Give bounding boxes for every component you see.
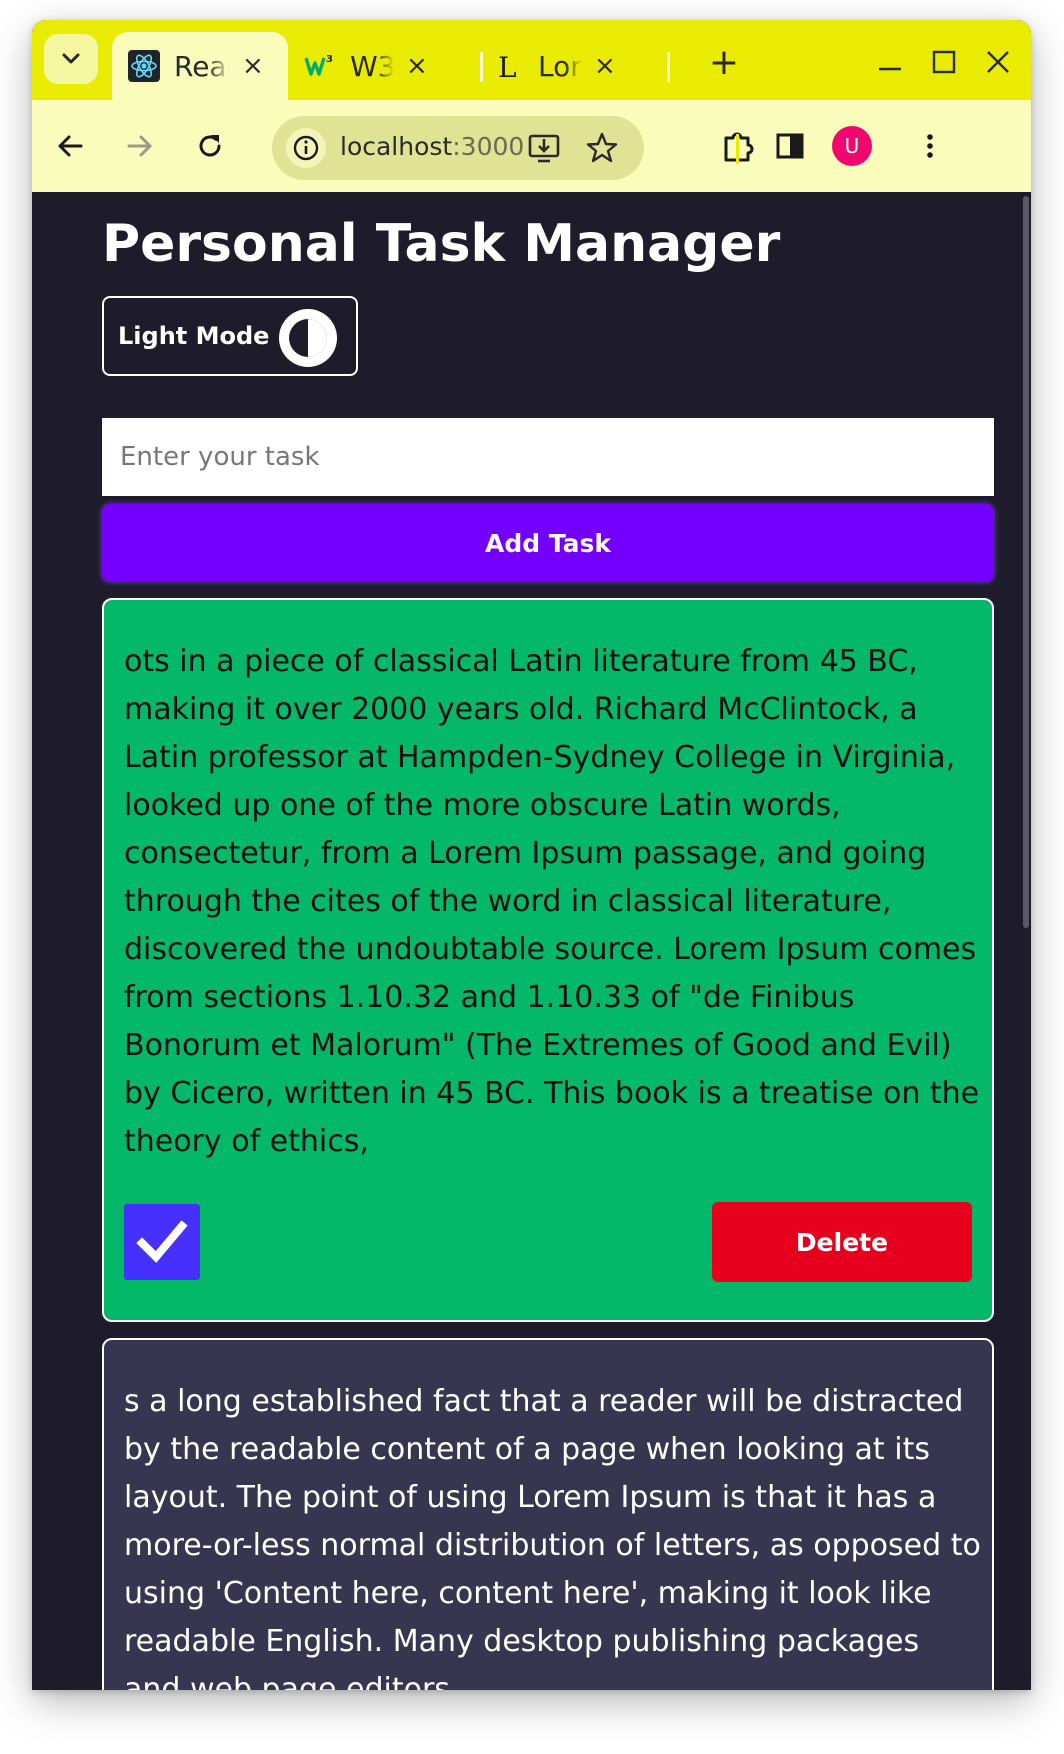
tab-search-button[interactable]	[44, 34, 98, 84]
side-panel-icon	[776, 133, 804, 159]
delete-task-button[interactable]: Delete	[712, 1202, 972, 1282]
page-title: Personal Task Manager	[102, 214, 781, 274]
add-task-button[interactable]: Add Task	[102, 504, 994, 582]
close-icon	[987, 51, 1009, 73]
reload-button[interactable]	[188, 124, 232, 168]
new-tab-button[interactable]: +	[702, 40, 746, 84]
w3schools-icon: 3	[304, 50, 336, 82]
tab-title: Lorem Ipsum	[538, 49, 582, 83]
forward-button[interactable]	[118, 124, 162, 168]
close-icon[interactable]: ×	[242, 51, 264, 81]
checkmark-icon	[136, 1220, 188, 1263]
tab-separator	[667, 52, 670, 82]
url-text: localhost:3000	[340, 132, 524, 161]
tab-title: W3Schools	[350, 49, 394, 83]
url-host: localhost	[340, 132, 453, 161]
task-card-pending: s a long established fact that a reader …	[102, 1338, 994, 1690]
side-panel-button[interactable]	[768, 124, 812, 168]
reload-icon	[199, 135, 221, 157]
svg-text:3: 3	[326, 54, 333, 65]
toolbar-divider	[736, 134, 739, 164]
svg-text:L: L	[498, 51, 517, 82]
plus-icon: +	[708, 41, 740, 83]
close-icon[interactable]: ×	[406, 51, 428, 81]
task-complete-checkbox[interactable]	[124, 1204, 200, 1280]
bookmark-button[interactable]	[584, 130, 620, 166]
page-scrollbar[interactable]	[1023, 196, 1029, 928]
more-vertical-icon	[927, 134, 933, 158]
close-icon[interactable]: ×	[594, 51, 616, 81]
contrast-icon	[279, 309, 337, 367]
url-port: :3000	[452, 132, 525, 161]
maximize-button[interactable]	[922, 40, 966, 84]
minimize-icon	[879, 67, 901, 71]
tab-strip: React App × 3 W3Schools × L Lorem Ipsum …	[32, 20, 1031, 100]
forward-arrow-icon	[127, 135, 152, 157]
tab-w3schools[interactable]: 3 W3Schools ×	[288, 32, 454, 100]
task-text: ots in a piece of classical Latin litera…	[124, 644, 980, 1159]
star-icon	[586, 132, 618, 163]
task-card-completed: ots in a piece of classical Latin litera…	[102, 598, 994, 1322]
browser-toolbar: localhost:3000 U	[32, 100, 1031, 192]
chevron-down-icon	[62, 53, 80, 64]
task-input[interactable]	[102, 418, 994, 496]
install-app-button[interactable]	[526, 130, 562, 166]
tab-react-app[interactable]: React App ×	[112, 32, 288, 100]
address-bar[interactable]: localhost:3000	[272, 116, 644, 180]
tab-title: React App	[174, 49, 230, 83]
site-info-button[interactable]	[286, 128, 326, 168]
close-window-button[interactable]	[976, 40, 1020, 84]
browser-menu-button[interactable]	[908, 124, 952, 168]
browser-window: React App × 3 W3Schools × L Lorem Ipsum …	[32, 20, 1031, 1690]
tab-lorem-ipsum[interactable]: L Lorem Ipsum ×	[476, 32, 642, 100]
maximize-icon	[932, 50, 956, 74]
task-text: s a long established fact that a reader …	[124, 1384, 981, 1690]
profile-avatar[interactable]: U	[832, 126, 872, 166]
info-icon	[293, 135, 319, 161]
minimize-button[interactable]	[868, 40, 912, 84]
lorem-ipsum-icon: L	[492, 50, 524, 82]
install-app-icon	[528, 134, 560, 163]
back-arrow-icon	[58, 135, 83, 157]
react-icon	[128, 50, 160, 82]
theme-toggle-button[interactable]: Light Mode	[102, 296, 358, 376]
page-viewport: Personal Task Manager Light Mode Add Tas…	[32, 192, 1031, 1690]
theme-toggle-label: Light Mode	[118, 322, 270, 350]
back-button[interactable]	[48, 124, 92, 168]
profile-initial: U	[844, 134, 860, 158]
